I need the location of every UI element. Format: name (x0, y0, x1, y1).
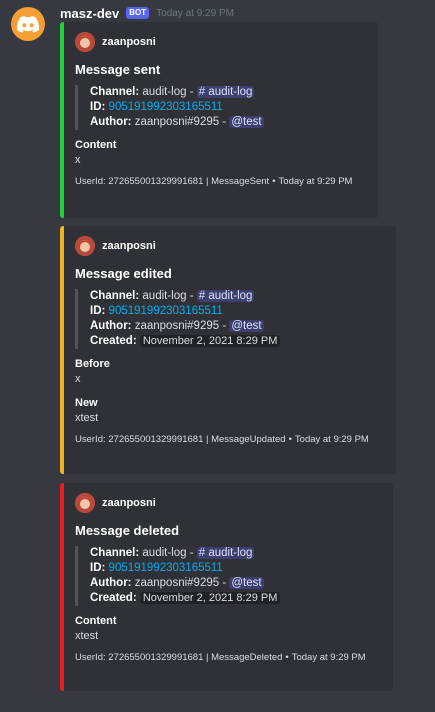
created-timestamp[interactable]: November 2, 2021 8:29 PM (139, 592, 281, 604)
field-value: xtest (75, 412, 99, 424)
embed-quote: Channel: audit-log - # audit-log ID: 905… (75, 289, 384, 349)
bot-username[interactable]: masz-dev (60, 6, 119, 21)
footer-time: Today at 9:29 PM (294, 434, 369, 445)
field-name: Content (75, 615, 117, 627)
author-text: zaanposni#9295 - (134, 116, 227, 128)
channel-mention[interactable]: # audit-log (196, 86, 255, 98)
user-mention[interactable]: @test (229, 577, 264, 589)
created-timestamp[interactable]: November 2, 2021 8:29 PM (139, 335, 281, 347)
quote-author-line: Author: zaanposni#9295 - @test (90, 115, 366, 130)
channel-text: audit-log - (142, 86, 194, 98)
quote-id-line: ID: 905191992303165511 (90, 304, 384, 319)
channel-label: Channel: (90, 290, 140, 302)
author-text: zaanposni#9295 - (134, 320, 227, 332)
embed-message-edited: zaanposni Message edited Channel: audit-… (60, 226, 396, 474)
embed-footer: UserId: 272655001329991681 | MessageUpda… (75, 434, 369, 445)
author-label: Author: (90, 116, 132, 128)
footer-text: UserId: 272655001329991681 | MessageUpda… (75, 434, 286, 445)
channel-text: audit-log - (142, 290, 194, 302)
author-text: zaanposni#9295 - (134, 577, 227, 589)
quote-channel-line: Channel: audit-log - # audit-log (90, 289, 384, 304)
embed-author: zaanposni (75, 236, 384, 256)
created-label: Created: (90, 592, 137, 604)
bot-badge: BOT (126, 7, 150, 19)
embed-author-name[interactable]: zaanposni (102, 497, 156, 509)
embed-quote: Channel: audit-log - # audit-log ID: 905… (75, 85, 366, 130)
embed-title: Message edited (75, 266, 172, 281)
embed-footer: UserId: 272655001329991681 | MessageSent… (75, 176, 353, 187)
field-value: x (75, 373, 81, 385)
channel-text: audit-log - (142, 547, 194, 559)
message-id-link[interactable]: 905191992303165511 (109, 305, 223, 317)
author-avatar-icon (75, 493, 95, 513)
embed-author: zaanposni (75, 493, 381, 513)
footer-text: UserId: 272655001329991681 | MessageDele… (75, 652, 283, 663)
embed-author-name[interactable]: zaanposni (102, 36, 156, 48)
embed-title: Message deleted (75, 523, 180, 538)
quote-created-line: Created: November 2, 2021 8:29 PM (90, 591, 381, 606)
field-name: Content (75, 139, 117, 151)
field-name: New (75, 397, 98, 409)
id-label: ID: (90, 562, 106, 574)
message-header: masz-dev BOT Today at 9:29 PM (60, 5, 234, 21)
id-label: ID: (90, 101, 106, 113)
user-mention[interactable]: @test (229, 116, 264, 128)
user-mention[interactable]: @test (229, 320, 264, 332)
embed-message-deleted: zaanposni Message deleted Channel: audit… (60, 483, 393, 691)
author-avatar-icon (75, 32, 95, 52)
discord-logo-icon (17, 15, 39, 33)
footer-time: Today at 9:29 PM (291, 652, 366, 663)
channel-mention[interactable]: # audit-log (196, 547, 255, 559)
message-id-link[interactable]: 905191992303165511 (109, 101, 223, 113)
quote-created-line: Created: November 2, 2021 8:29 PM (90, 334, 384, 349)
embed-message-sent: zaanposni Message sent Channel: audit-lo… (60, 22, 378, 218)
created-label: Created: (90, 335, 137, 347)
quote-channel-line: Channel: audit-log - # audit-log (90, 85, 366, 100)
embed-author: zaanposni (75, 32, 366, 52)
quote-channel-line: Channel: audit-log - # audit-log (90, 546, 381, 561)
embed-footer: UserId: 272655001329991681 | MessageDele… (75, 652, 366, 663)
field-name: Before (75, 358, 110, 370)
quote-id-line: ID: 905191992303165511 (90, 100, 366, 115)
author-label: Author: (90, 577, 132, 589)
author-avatar-icon (75, 236, 95, 256)
field-value: x (75, 154, 81, 166)
embed-title: Message sent (75, 62, 161, 77)
quote-id-line: ID: 905191992303165511 (90, 561, 381, 576)
channel-label: Channel: (90, 547, 140, 559)
channel-mention[interactable]: # audit-log (196, 290, 255, 302)
id-label: ID: (90, 305, 106, 317)
footer-text: UserId: 272655001329991681 | MessageSent (75, 176, 270, 187)
bot-avatar[interactable] (11, 7, 45, 41)
embed-quote: Channel: audit-log - # audit-log ID: 905… (75, 546, 381, 606)
channel-label: Channel: (90, 86, 140, 98)
field-value: xtest (75, 630, 99, 642)
quote-author-line: Author: zaanposni#9295 - @test (90, 319, 384, 334)
embed-author-name[interactable]: zaanposni (102, 240, 156, 252)
message-timestamp[interactable]: Today at 9:29 PM (156, 8, 234, 19)
quote-author-line: Author: zaanposni#9295 - @test (90, 576, 381, 591)
message-id-link[interactable]: 905191992303165511 (109, 562, 223, 574)
footer-time: Today at 9:29 PM (278, 176, 353, 187)
author-label: Author: (90, 320, 132, 332)
